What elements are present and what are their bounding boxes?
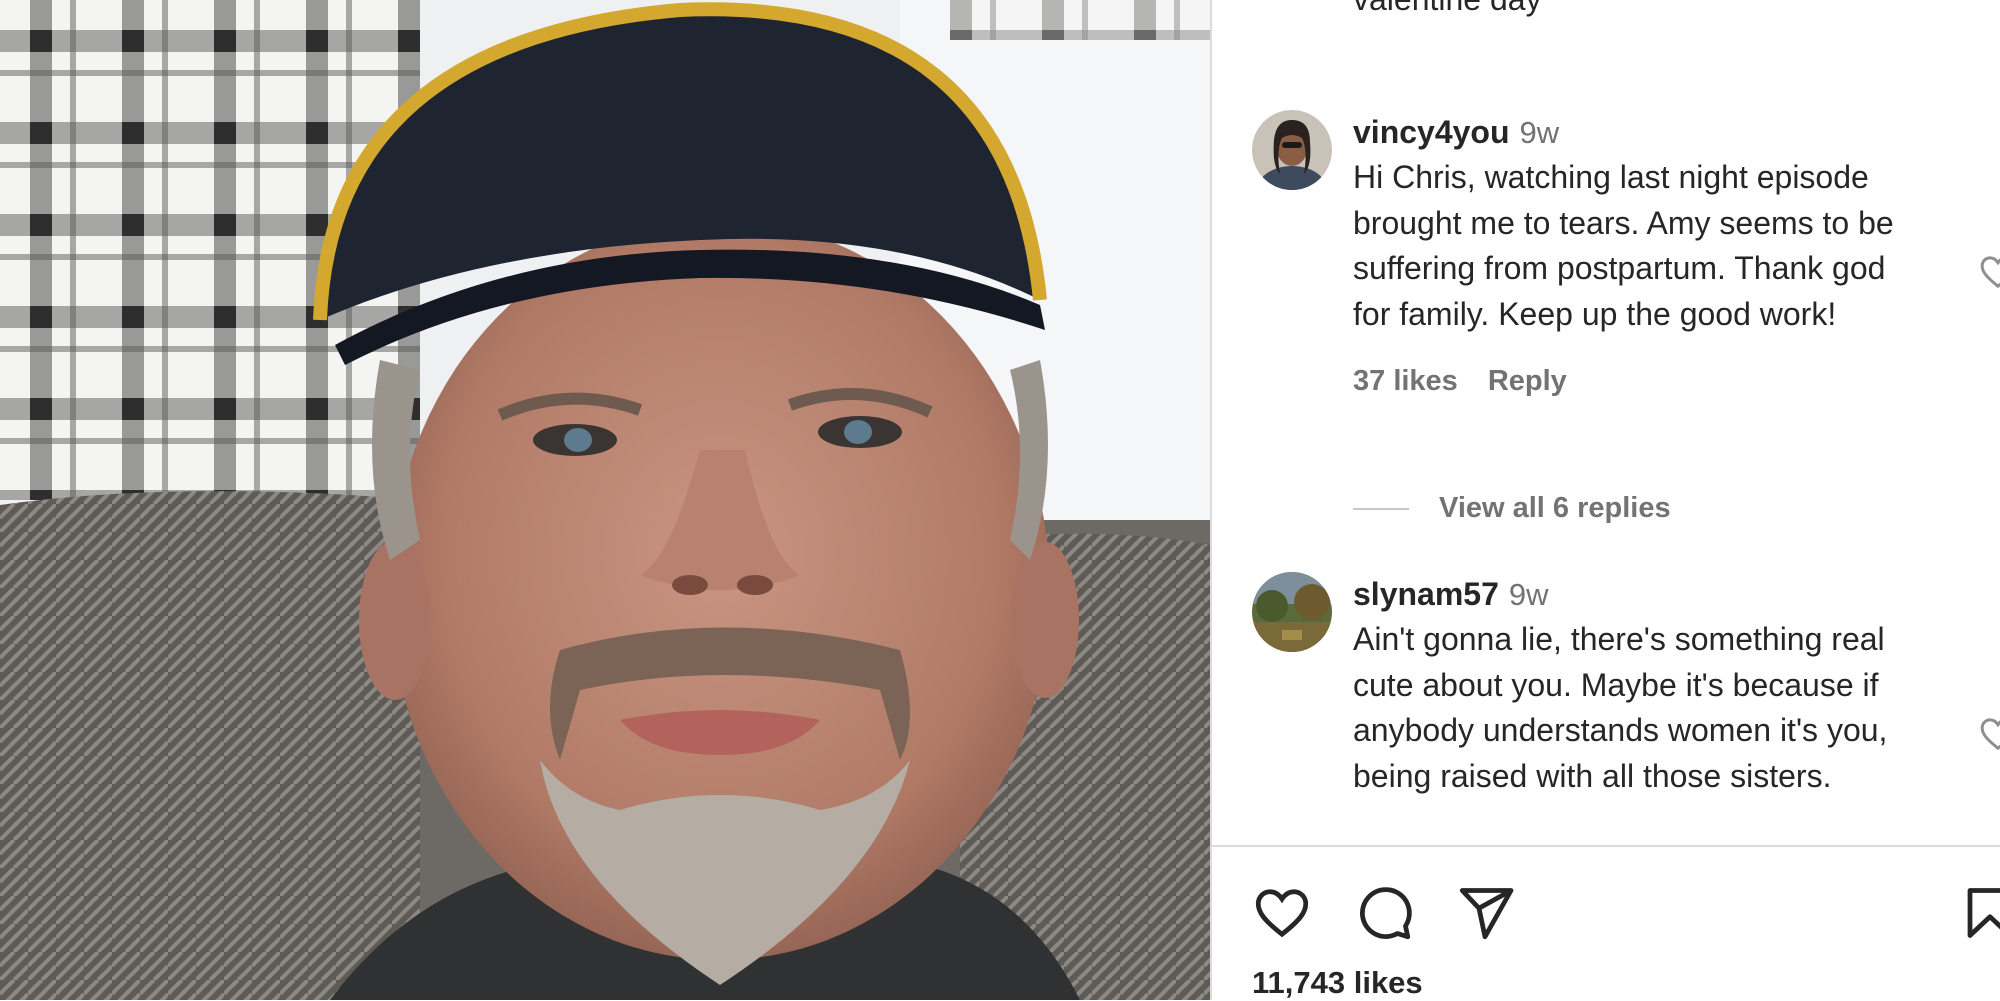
heart-outline-icon[interactable] xyxy=(1978,252,2000,292)
post-action-bar: 11,743 likes xyxy=(1212,847,2000,1000)
comment-body: vincy4you 9w Hi Chris, watching last nigh… xyxy=(1353,110,1913,399)
heart-outline-icon[interactable] xyxy=(1978,714,2000,754)
view-replies-button[interactable]: View all 6 replies xyxy=(1353,492,1671,525)
comment-timestamp[interactable]: 9w xyxy=(1520,115,1560,150)
selfie-photo xyxy=(0,0,1210,1000)
comment-bubble-icon[interactable] xyxy=(1354,883,1414,943)
view-replies-label[interactable]: View all 6 replies xyxy=(1439,492,1671,525)
post-photo xyxy=(0,0,1210,1000)
comment-likes-count[interactable]: 37 likes xyxy=(1353,365,1458,397)
heart-icon[interactable] xyxy=(1252,883,1312,943)
comment-header: vincy4you 9w xyxy=(1353,110,1913,155)
comment-text: Hi Chris, watching last night episode br… xyxy=(1353,159,1894,332)
post-likes-count[interactable]: 11,743 likes xyxy=(1252,965,1423,1001)
comment-text: Ain't gonna lie, there's something real … xyxy=(1353,621,1888,794)
caption-text: valentine day xyxy=(1353,0,1933,22)
comment-username[interactable]: slynam57 xyxy=(1353,576,1499,612)
reply-button[interactable]: Reply xyxy=(1488,365,1567,397)
comment-timestamp[interactable]: 9w xyxy=(1509,577,1549,612)
bookmark-icon[interactable] xyxy=(1960,883,2000,943)
replies-rule xyxy=(1353,507,1409,510)
comment-header: slynam57 9w xyxy=(1353,572,1913,617)
paper-plane-icon[interactable] xyxy=(1456,883,1516,943)
avatar[interactable] xyxy=(1252,572,1332,652)
comment-username[interactable]: vincy4you xyxy=(1353,114,1510,150)
comment-meta: 37 likes Reply xyxy=(1353,363,1913,399)
comments-pane[interactable]: valentine day vincy4you 9w Hi Chris, watc… xyxy=(1212,0,2000,845)
avatar[interactable] xyxy=(1252,110,1332,190)
comment-body: slynam57 9w Ain't gonna lie, there's some… xyxy=(1353,572,1913,799)
